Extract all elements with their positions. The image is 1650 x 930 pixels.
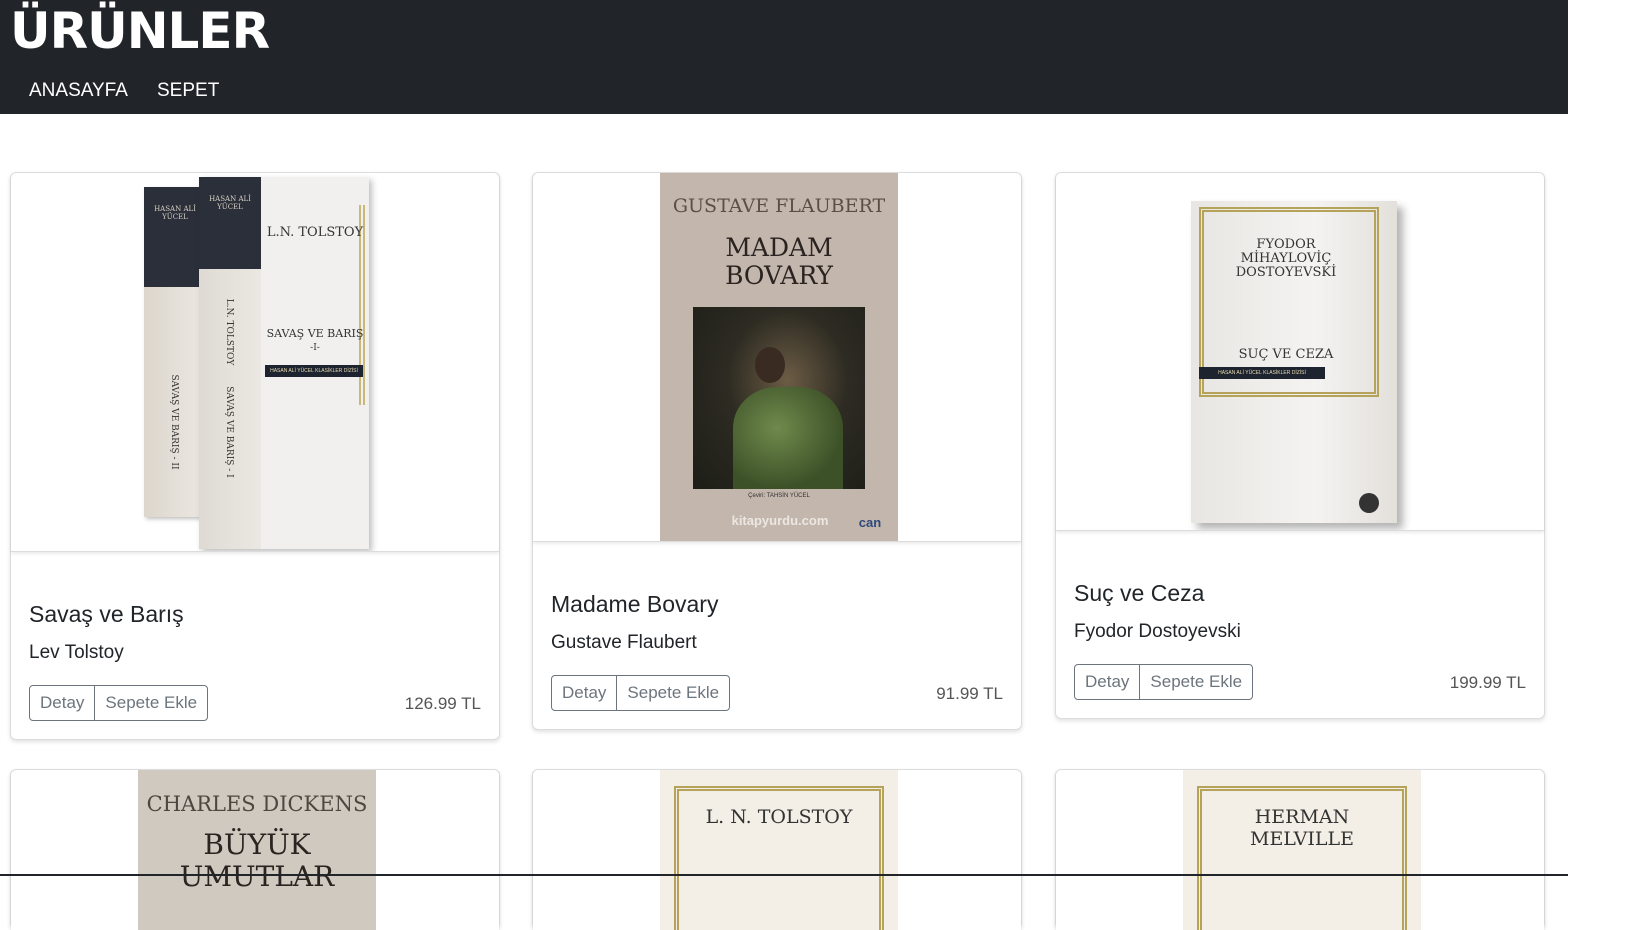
page-title: ÜRÜNLER	[10, 2, 270, 60]
product-actions: Detay Sepete Ekle	[1074, 664, 1254, 700]
detail-button[interactable]: Detay	[29, 685, 96, 721]
product-author: Fyodor Dostoyevski	[1074, 621, 1241, 642]
product-image: GUSTAVE FLAUBERT MADAM BOVARY Çeviri: TA…	[533, 173, 1021, 542]
book-cover: L. N. TOLSTOY	[660, 770, 898, 930]
book-cover-volume-2: HASAN ALİ YÜCEL SAVAŞ VE BARIŞ - II	[144, 187, 206, 517]
product-card: HASAN ALİ YÜCEL SAVAŞ VE BARIŞ - II HASA…	[10, 172, 500, 740]
product-title: Madame Bovary	[551, 591, 719, 617]
product-card: FYODOR MİHAYLOVİÇ DOSTOYEVSKİ SUÇ VE CEZ…	[1055, 172, 1545, 719]
product-image: HASAN ALİ YÜCEL SAVAŞ VE BARIŞ - II HASA…	[11, 173, 499, 552]
detail-button[interactable]: Detay	[1074, 664, 1141, 700]
book-cover: CHARLES DICKENS BÜYÜK UMUTLAR	[138, 770, 376, 930]
product-author: Gustave Flaubert	[551, 632, 697, 653]
product-image: HERMAN MELVILLE	[1056, 770, 1544, 930]
product-actions: Detay Sepete Ekle	[29, 685, 209, 721]
product-author: Lev Tolstoy	[29, 642, 124, 663]
book-cover: FYODOR MİHAYLOVİÇ DOSTOYEVSKİ SUÇ VE CEZ…	[1191, 201, 1397, 523]
nav-link-home[interactable]: ANASAYFA	[29, 80, 128, 102]
product-price: 91.99 TL	[936, 684, 1003, 703]
product-title: Savaş ve Barış	[29, 601, 184, 627]
product-title: Suç ve Ceza	[1074, 580, 1205, 606]
product-image: CHARLES DICKENS BÜYÜK UMUTLAR	[11, 770, 499, 930]
product-image: L. N. TOLSTOY	[533, 770, 1021, 930]
product-image: FYODOR MİHAYLOVİÇ DOSTOYEVSKİ SUÇ VE CEZ…	[1056, 173, 1544, 531]
book-cover: GUSTAVE FLAUBERT MADAM BOVARY Çeviri: TA…	[660, 173, 898, 541]
navbar: ÜRÜNLER ANASAYFA SEPET	[0, 0, 1568, 114]
nav-link-cart[interactable]: SEPET	[157, 80, 219, 102]
cover-painting	[693, 307, 865, 489]
book-cover-volume-1: HASAN ALİ YÜCEL L.N. TOLSTOY SAVAŞ VE BA…	[199, 177, 369, 549]
add-to-cart-button[interactable]: Sepete Ekle	[94, 685, 209, 721]
viewport-bottom-edge	[0, 874, 1568, 876]
product-card: GUSTAVE FLAUBERT MADAM BOVARY Çeviri: TA…	[532, 172, 1022, 730]
product-price: 199.99 TL	[1449, 673, 1526, 692]
product-card: CHARLES DICKENS BÜYÜK UMUTLAR	[10, 769, 500, 930]
detail-button[interactable]: Detay	[551, 675, 618, 711]
product-price: 126.99 TL	[404, 694, 481, 713]
book-cover: HERMAN MELVILLE	[1183, 770, 1421, 930]
product-card: HERMAN MELVILLE	[1055, 769, 1545, 930]
product-card: L. N. TOLSTOY	[532, 769, 1022, 930]
product-actions: Detay Sepete Ekle	[551, 675, 731, 711]
add-to-cart-button[interactable]: Sepete Ekle	[1139, 664, 1254, 700]
add-to-cart-button[interactable]: Sepete Ekle	[616, 675, 731, 711]
